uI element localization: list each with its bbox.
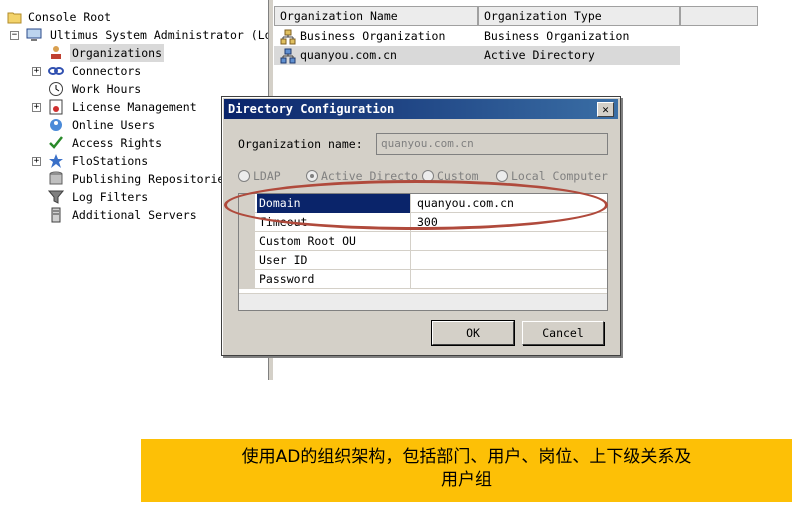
property-grid-scrollbar[interactable] — [239, 293, 607, 310]
close-icon[interactable]: ✕ — [597, 102, 614, 117]
property-key: User ID — [257, 251, 411, 270]
property-key: Domain — [257, 194, 411, 213]
radio-label: Custom — [437, 169, 479, 183]
filter-icon — [48, 190, 64, 204]
organization-type: Business Organization — [484, 29, 630, 43]
property-value[interactable]: quanyou.com.cn — [415, 194, 605, 213]
radio-custom[interactable]: Custom — [422, 168, 479, 184]
collapse-icon[interactable]: − — [10, 31, 19, 40]
directory-configuration-dialog: Directory Configuration ✕ Organization n… — [221, 96, 621, 356]
caption-banner: 使用AD的组织架构，包括部门、用户、岗位、上下级关系及 用户组 — [141, 439, 792, 502]
organization-list: Organization Name Organization Type Busi… — [274, 6, 758, 65]
directory-organization-icon — [280, 48, 296, 64]
radio-active-directory[interactable]: Active Directo — [306, 168, 418, 184]
property-row-timeout[interactable]: Timeout 300 — [239, 213, 607, 232]
computer-icon — [26, 28, 42, 41]
tree-node-label: Additional Servers — [72, 208, 197, 222]
radio-ldap[interactable]: LDAP — [238, 168, 281, 184]
organization-name: quanyou.com.cn — [300, 48, 397, 62]
ok-button[interactable]: OK — [431, 320, 515, 346]
tree-node-label: Organizations — [70, 44, 165, 62]
caption-line-1: 使用AD的组织架构，包括部门、用户、岗位、上下级关系及 — [241, 447, 692, 467]
repository-icon — [49, 171, 63, 185]
radio-icon — [238, 170, 250, 182]
organization-icon — [51, 46, 61, 59]
tree-node-label: Online Users — [72, 118, 156, 132]
property-row-custom-root-ou[interactable]: Custom Root OU — [239, 232, 607, 251]
expand-icon[interactable]: + — [32, 157, 41, 166]
tree-node-label: License Management — [72, 100, 197, 114]
tree-node-label: Work Hours — [72, 82, 142, 96]
row-margin — [239, 270, 255, 289]
tree-node-label: Console Root — [28, 10, 112, 24]
clock-icon — [49, 82, 63, 96]
property-key: Password — [257, 270, 411, 289]
property-row-password[interactable]: Password — [239, 270, 607, 289]
tree-node-label: Ultimus System Administrator (Lo — [50, 28, 272, 42]
checkmark-icon — [49, 136, 63, 149]
tree-node-label: Log Filters — [72, 190, 149, 204]
list-item[interactable]: Business Organization Business Organizat… — [274, 27, 680, 46]
property-row-domain[interactable]: Domain quanyou.com.cn — [239, 194, 607, 213]
organization-icon — [280, 29, 296, 45]
tree-node-label: Access Rights — [72, 136, 163, 150]
property-grid: Domain quanyou.com.cn Timeout 300 Custom… — [238, 193, 608, 311]
radio-icon — [422, 170, 434, 182]
organization-name: Business Organization — [300, 29, 446, 43]
row-margin — [239, 251, 255, 270]
property-row-user-id[interactable]: User ID — [239, 251, 607, 270]
property-key: Custom Root OU — [257, 232, 411, 251]
property-value[interactable] — [415, 251, 605, 270]
expand-icon[interactable]: + — [32, 103, 41, 112]
list-item[interactable]: quanyou.com.cn Active Directory — [274, 46, 680, 65]
license-icon — [49, 99, 63, 115]
row-margin — [239, 213, 255, 232]
flostation-icon — [49, 154, 63, 168]
property-value[interactable] — [415, 232, 605, 251]
cancel-button[interactable]: Cancel — [522, 321, 604, 345]
folder-icon — [7, 12, 22, 24]
dialog-titlebar[interactable]: Directory Configuration ✕ — [224, 99, 618, 119]
organization-name-input[interactable]: quanyou.com.cn — [376, 133, 608, 155]
connector-icon — [48, 67, 64, 75]
tree-node-label: Connectors — [72, 64, 142, 78]
caption-line-2: 用户组 — [441, 470, 492, 490]
dialog-title: Directory Configuration — [228, 102, 395, 116]
row-margin — [239, 194, 255, 213]
tree-node-label: FloStations — [72, 154, 149, 168]
radio-label: Local Computer — [511, 169, 608, 183]
radio-label: Active Directo — [321, 169, 418, 183]
column-header-empty[interactable] — [680, 6, 758, 26]
row-margin — [239, 232, 255, 251]
radio-label: LDAP — [253, 169, 281, 183]
radio-local-computer[interactable]: Local Computer — [496, 168, 608, 184]
server-icon — [51, 207, 61, 223]
property-key: Timeout — [257, 213, 411, 232]
radio-icon — [496, 170, 508, 182]
expand-icon[interactable]: + — [32, 67, 41, 76]
column-header-organization-name[interactable]: Organization Name — [274, 6, 478, 26]
tree-node-label: Publishing Repositorie — [72, 172, 225, 186]
property-value[interactable] — [415, 270, 605, 289]
organization-type: Active Directory — [484, 48, 595, 62]
online-users-icon — [50, 119, 62, 131]
property-value[interactable]: 300 — [415, 213, 605, 232]
organization-name-label: Organization name: — [238, 137, 363, 151]
radio-checked-icon — [306, 170, 318, 182]
column-header-organization-type[interactable]: Organization Type — [478, 6, 680, 26]
